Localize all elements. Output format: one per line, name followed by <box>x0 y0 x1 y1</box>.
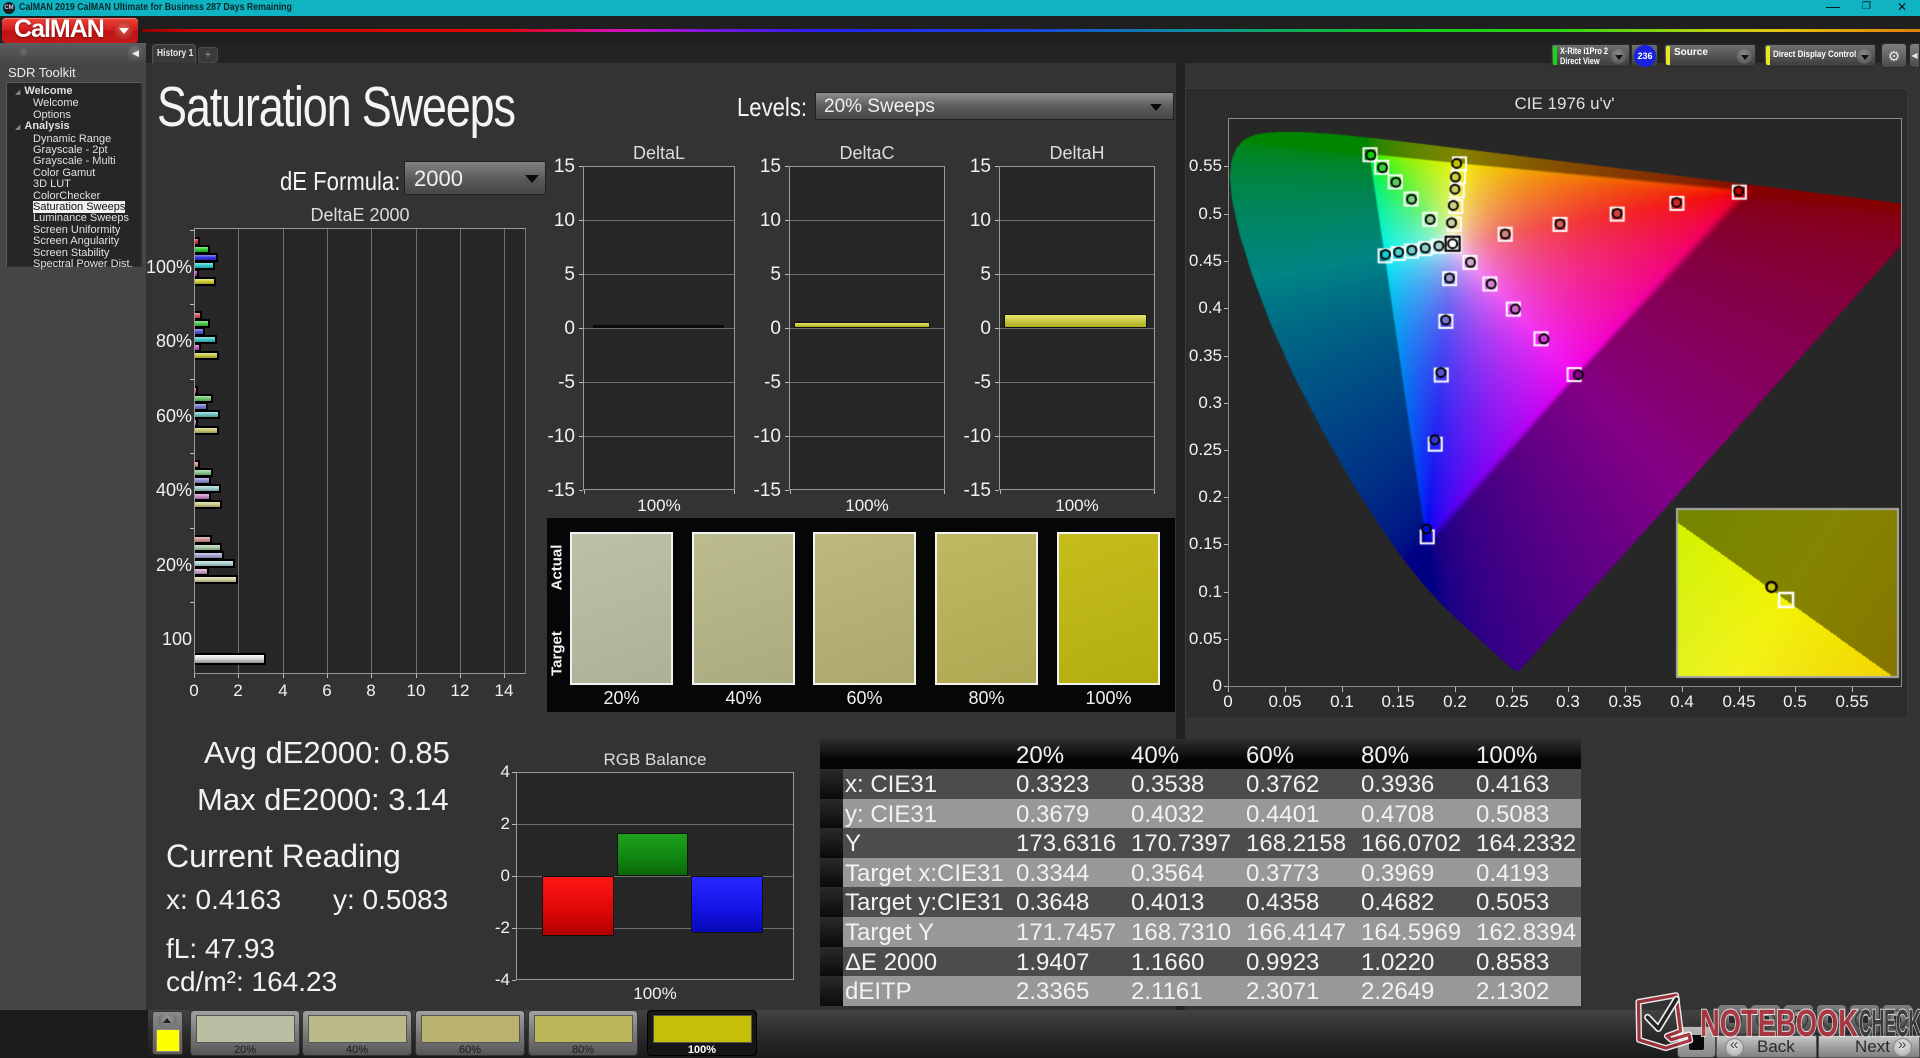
svg-text:CHECK: CHECK <box>1859 1003 1920 1045</box>
svg-text:NOTEBOOK: NOTEBOOK <box>1700 1003 1858 1045</box>
